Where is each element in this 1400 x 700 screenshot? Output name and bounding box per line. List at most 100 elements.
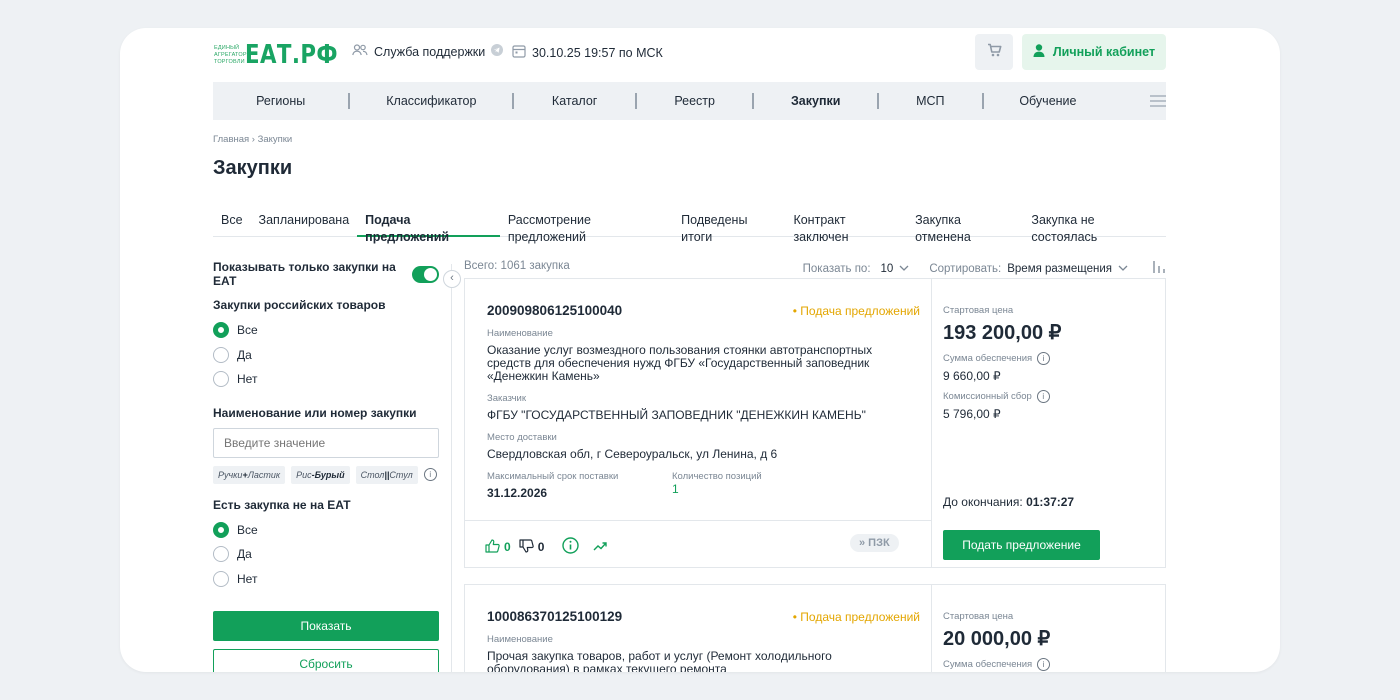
radio-noteat-all[interactable]: Все (213, 518, 439, 543)
logo-subtitle: ЕДИНЫЙ АГРЕГАТОР ТОРГОВЛИ (214, 44, 247, 65)
page-size-label: Показать по: (802, 262, 871, 275)
start-price: 193 200,00 ₽ (943, 322, 1062, 344)
fee-label: Комиссионный сбор (943, 391, 1032, 402)
chip-term: Ластик (247, 469, 281, 480)
info-icon[interactable] (562, 537, 580, 557)
sort-select[interactable]: Время размещения (1007, 263, 1112, 275)
russian-goods-label: Закупки российских товаров (213, 298, 386, 312)
menu-item-catalog[interactable]: Каталог (514, 94, 635, 108)
radio-noteat-no[interactable]: Нет (213, 567, 439, 592)
menu-item-classifier[interactable]: Классификатор (350, 94, 512, 108)
name-label: Наименование (487, 634, 553, 645)
menu-burger-icon[interactable] (1150, 95, 1166, 107)
datetime-text: 30.10.25 19:57 по МСК (532, 45, 663, 60)
status-tabs: Все Запланирована Подача предложений Рас… (213, 212, 1166, 244)
hint-chip[interactable]: Стол||Стул (355, 465, 418, 484)
collapse-chevron-icon[interactable]: ‹ (443, 270, 461, 288)
breadcrumb[interactable]: Главная › Закупки (213, 134, 292, 145)
cabinet-button[interactable]: Личный кабинет (1022, 34, 1166, 70)
security-label: Сумма обеспечения (943, 659, 1033, 670)
submit-offer-button[interactable]: Подать предложение (943, 530, 1100, 560)
main-menu: Регионы Классификатор Каталог Реестр Зак… (213, 82, 1166, 120)
tab-failed[interactable]: Закупка не состоялась (1023, 212, 1166, 244)
qty-label: Количество позиций (672, 471, 762, 482)
radio-label: Да (237, 547, 252, 562)
logo[interactable]: ЕДИНЫЙ АГРЕГАТОР ТОРГОВЛИ ЕАТ.РФ (214, 40, 358, 70)
info-icon[interactable]: i (1036, 390, 1050, 403)
thumbs-up-icon[interactable] (485, 538, 500, 556)
support-label: Служба поддержки (374, 44, 486, 59)
sort-order-icon[interactable] (1152, 260, 1166, 277)
people-icon (352, 44, 368, 59)
radio-russian-no[interactable]: Нет (213, 367, 439, 392)
place-label: Место доставки (487, 432, 557, 443)
countdown-value: 01:37:27 (1026, 495, 1075, 509)
tab-planned[interactable]: Запланирована (251, 212, 358, 237)
card-price-panel: Стартовая цена 193 200,00 ₽ Сумма обеспе… (932, 279, 1167, 567)
status-badge: • Подача предложений (792, 304, 920, 318)
radio-label: Нет (237, 571, 258, 586)
tab-review[interactable]: Рассмотрение предложений (500, 212, 673, 244)
chip-term: Бурый (314, 469, 345, 480)
deadline-label: Максимальный срок поставки (487, 471, 619, 482)
menu-item-education[interactable]: Обучение (984, 94, 1112, 108)
only-eat-label: Показывать только закупки на ЕАТ (213, 260, 396, 288)
not-eat-label: Есть закупка не на ЕАТ (213, 497, 351, 512)
chevron-down-icon[interactable] (1118, 263, 1128, 275)
chevron-down-icon[interactable] (899, 263, 909, 275)
show-button[interactable]: Показать (213, 611, 439, 641)
menu-item-regions[interactable]: Регионы (213, 94, 348, 108)
only-eat-toggle[interactable] (412, 265, 439, 283)
purchase-card[interactable]: 200909806125100040 • Подача предложений … (464, 278, 1166, 568)
radio-checked-icon (213, 521, 229, 538)
tab-offers[interactable]: Подача предложений (357, 212, 500, 244)
tab-all[interactable]: Все (213, 212, 251, 237)
trend-up-icon[interactable] (593, 540, 608, 554)
thumbs-down-icon[interactable] (519, 538, 534, 556)
tab-results[interactable]: Подведены итоги (673, 212, 785, 244)
purchase-number[interactable]: 100086370125100129 (487, 609, 622, 624)
hint-chip[interactable]: Ручки+Ластик (213, 465, 286, 484)
purchase-card[interactable]: 100086370125100129 • Подача предложений … (464, 584, 1166, 672)
chip-term: Рис (296, 469, 312, 480)
telegram-icon[interactable] (491, 44, 504, 59)
start-price-label: Стартовая цена (943, 611, 1014, 622)
info-icon[interactable]: i (1037, 352, 1051, 365)
radio-checked-icon (213, 322, 229, 339)
support-link[interactable]: Служба поддержки (352, 44, 504, 59)
status-badge: • Подача предложений (792, 610, 920, 624)
info-icon[interactable]: i (423, 468, 437, 481)
radio-label: Да (237, 347, 252, 362)
cart-button[interactable] (975, 34, 1013, 70)
only-eat-row: Показывать только закупки на ЕАТ (213, 260, 439, 288)
card-divider (465, 520, 932, 521)
radio-icon (213, 570, 229, 587)
radio-noteat-yes[interactable]: Да (213, 542, 439, 567)
info-icon[interactable]: i (1037, 658, 1051, 671)
start-price-label: Стартовая цена (943, 305, 1014, 316)
radio-russian-yes[interactable]: Да (213, 343, 439, 368)
reset-button[interactable]: Сбросить (213, 649, 439, 672)
menu-item-registry[interactable]: Реестр (637, 94, 753, 108)
purchase-number[interactable]: 200909806125100040 (487, 303, 622, 318)
tab-contract[interactable]: Контракт заключен (785, 212, 907, 244)
purchase-name[interactable]: Оказание услуг возмездного пользования с… (487, 344, 887, 383)
filters-panel: Показывать только закупки на ЕАТ Закупки… (213, 260, 439, 672)
customer-name[interactable]: ФГБУ "ГОСУДАРСТВЕННЫЙ ЗАПОВЕДНИК "ДЕНЕЖК… (487, 409, 866, 422)
page-size-select[interactable]: 10 (881, 263, 894, 275)
search-hints: Ручки+Ластик Рис-Бурый Стол||Стул i (213, 465, 439, 484)
hint-chip[interactable]: Рис-Бурый (291, 465, 350, 484)
likes-count: 0 (504, 540, 511, 554)
name-search-input[interactable] (213, 427, 439, 458)
tab-cancelled[interactable]: Закупка отменена (907, 212, 1023, 244)
radio-russian-all[interactable]: Все (213, 318, 439, 343)
chip-term: Стул (389, 469, 413, 480)
pzk-badge[interactable]: » ПЗК (850, 534, 899, 552)
qty-value[interactable]: 1 (672, 483, 679, 496)
menu-item-msp[interactable]: МСП (879, 94, 982, 108)
start-price: 20 000,00 ₽ (943, 628, 1051, 650)
menu-item-purchases[interactable]: Закупки (754, 94, 877, 108)
purchase-name[interactable]: Прочая закупка товаров, работ и услуг (Р… (487, 650, 917, 673)
security-value: 9 660,00 ₽ (943, 369, 1001, 383)
chip-term: Ручки (218, 469, 243, 480)
